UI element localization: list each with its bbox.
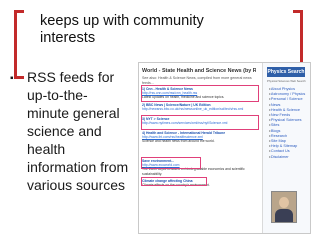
feed-entry-desc: Science and health news from around the … (142, 139, 215, 144)
author-face (279, 197, 289, 208)
highlight-box (141, 85, 259, 102)
bullet-text-line-4: science and (27, 123, 102, 139)
bullet-text-line-7: various sources (27, 177, 126, 193)
author-photo (271, 191, 297, 223)
site-logo[interactable]: Physics Search (267, 67, 305, 77)
highlight-box (141, 115, 259, 130)
bullet-icon: ▪ (10, 73, 14, 84)
page-heading: World - State Health and Science News (b… (142, 68, 256, 74)
news-page-content: World - State Health and Science News (b… (139, 63, 261, 233)
bullet-text-line-2: up-to-the- (27, 87, 88, 103)
page-subtext: See also: Health & Science News, compile… (142, 76, 252, 85)
sidebar-nav: About Physics Astronomy / Physics Person… (269, 87, 309, 160)
slide-title-line-1: keeps up with community (40, 13, 204, 29)
feed-entry: 4) Health and Science - International He… (142, 131, 256, 144)
left-bracket-decoration (14, 10, 24, 79)
slide-title-line-2: interests (40, 30, 96, 46)
bullet-text-line-3: minute general (27, 105, 120, 121)
slide: keeps up with community interests ▪ RSS … (0, 0, 320, 240)
feed-entry: 2) BBC News | Science/Nature | UK Editio… (142, 103, 256, 111)
site-sidebar: Physics Search Physical Sciences Web Sea… (262, 63, 310, 233)
feed-entry-url[interactable]: http://newsrss.bbc.co.uk/rss/newsonline_… (142, 107, 256, 111)
bullet-text-line-1: RSS feeds for (27, 69, 115, 85)
highlight-box (141, 157, 201, 169)
bullet-text-line-5: health (27, 141, 66, 157)
embedded-webpage-screenshot: World - State Health and Science News (b… (138, 62, 311, 234)
bullet-text-line-6: information from (27, 159, 129, 175)
site-tagline: Physical Sciences Web Search (267, 79, 306, 83)
author-body (275, 209, 293, 222)
highlight-box (141, 177, 207, 186)
sidebar-nav-item[interactable]: Disclaimer (269, 155, 309, 160)
